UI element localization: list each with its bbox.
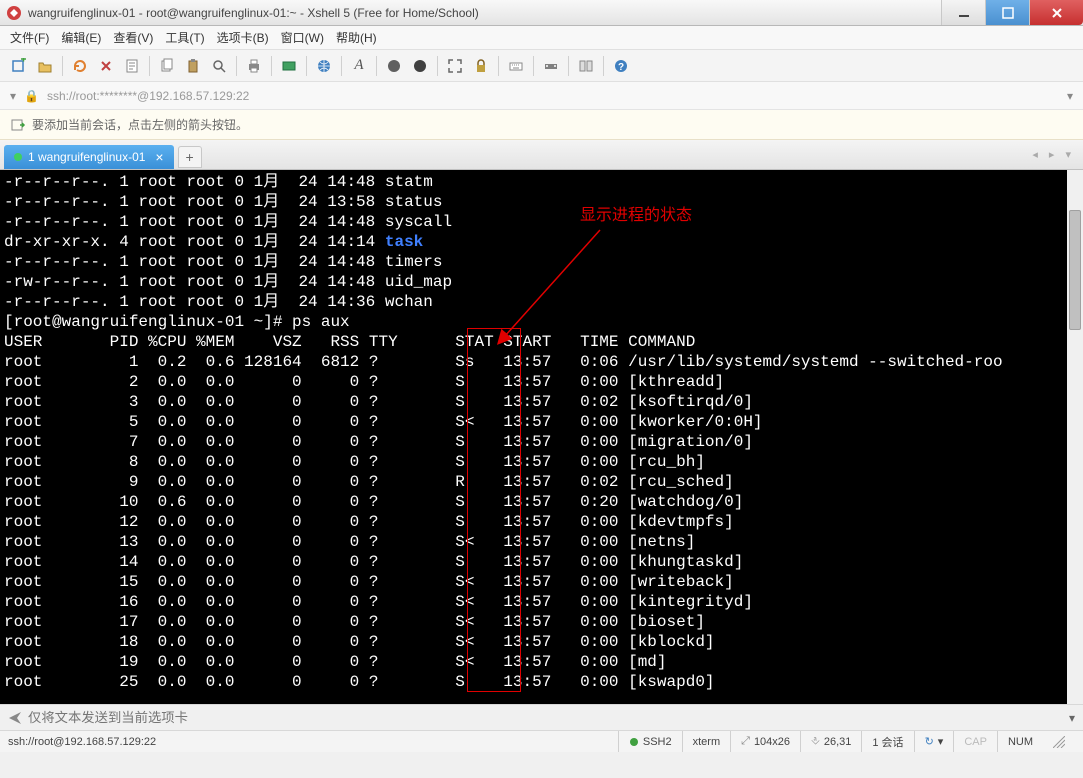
tab-bar: 1 wangruifenglinux-01 × + ◂ ▸ ▾ (0, 140, 1083, 170)
help-button[interactable]: ? (610, 55, 632, 77)
find-button[interactable] (208, 55, 230, 77)
annotation-label: 显示进程的状态 (580, 206, 692, 226)
address-bar: ▾ 🔒 ssh://root:********@192.168.57.129:2… (0, 82, 1083, 110)
xftp-button[interactable] (278, 55, 300, 77)
terminal-scrollbar[interactable] (1067, 170, 1083, 704)
info-text: 要添加当前会话，点击左侧的箭头按钮。 (32, 116, 248, 133)
annotation-box (467, 328, 521, 692)
menu-window[interactable]: 窗口(W) (281, 29, 324, 46)
window-title: wangruifenglinux-01 - root@wangruifengli… (28, 6, 941, 20)
status-size: ⤢ 104x26 (730, 731, 800, 752)
terminal[interactable]: -r--r--r--. 1 root root 0 1月 24 14:48 st… (0, 170, 1083, 704)
send-bar: ▾ (0, 704, 1083, 730)
status-bar: ssh://root@192.168.57.129:22 SSH2 xterm … (0, 730, 1083, 752)
lock-button[interactable] (470, 55, 492, 77)
copy-button[interactable] (156, 55, 178, 77)
status-resize-grip[interactable] (1043, 731, 1075, 752)
menubar: 文件(F) 编辑(E) 查看(V) 工具(T) 选项卡(B) 窗口(W) 帮助(… (0, 26, 1083, 50)
status-cursor: ⎀ 26,31 (800, 731, 861, 752)
lock-icon: 🔒 (24, 89, 39, 103)
fullscreen-button[interactable] (444, 55, 466, 77)
address-menu-icon[interactable]: ▾ (1067, 89, 1073, 103)
window-buttons (941, 0, 1083, 25)
globe-button[interactable] (313, 55, 335, 77)
maximize-button[interactable] (985, 0, 1029, 25)
address-dropdown-icon[interactable]: ▾ (10, 89, 16, 103)
status-sessions: 1 会话 (861, 731, 913, 752)
send-icon[interactable] (8, 711, 22, 725)
keyboard-button[interactable] (505, 55, 527, 77)
tab-label: 1 wangruifenglinux-01 (28, 150, 145, 164)
status-ssh: SSH2 (618, 731, 682, 752)
new-session-button[interactable] (8, 55, 30, 77)
font-button[interactable]: A (348, 55, 370, 77)
disconnect-button[interactable] (95, 55, 117, 77)
terminal-output: -r--r--r--. 1 root root 0 1月 24 14:48 st… (4, 172, 1079, 692)
send-input[interactable] (28, 708, 1063, 728)
layout-button[interactable] (575, 55, 597, 77)
app-icon (6, 5, 22, 21)
toolbar: A ? (0, 50, 1083, 82)
add-tab-button[interactable]: + (178, 146, 202, 168)
minimize-button[interactable] (941, 0, 985, 25)
tab-nav[interactable]: ◂ ▸ ▾ (1032, 148, 1075, 161)
status-cap: CAP (953, 731, 997, 752)
reconnect-button[interactable] (69, 55, 91, 77)
print-button[interactable] (243, 55, 265, 77)
menu-edit[interactable]: 编辑(E) (61, 29, 101, 46)
tunneling-button[interactable] (540, 55, 562, 77)
send-options-icon[interactable]: ▾ (1069, 711, 1075, 725)
status-term: xterm (682, 731, 731, 752)
open-button[interactable] (34, 55, 56, 77)
properties-button[interactable] (121, 55, 143, 77)
menu-tools[interactable]: 工具(T) (165, 29, 204, 46)
svg-text:?: ? (618, 62, 624, 73)
info-bar: 要添加当前会话，点击左侧的箭头按钮。 (0, 110, 1083, 140)
paste-button[interactable] (182, 55, 204, 77)
menu-help[interactable]: 帮助(H) (336, 29, 377, 46)
status-num: NUM (997, 731, 1043, 752)
tab-close-icon[interactable]: × (155, 149, 163, 165)
titlebar: wangruifenglinux-01 - root@wangruifengli… (0, 0, 1083, 26)
status-reconnect[interactable]: ↻ ▾ (914, 731, 954, 752)
status-connection: ssh://root@192.168.57.129:22 (8, 736, 618, 748)
scrollbar-thumb[interactable] (1069, 210, 1081, 330)
menu-view[interactable]: 查看(V) (113, 29, 153, 46)
session-tab[interactable]: 1 wangruifenglinux-01 × (4, 145, 174, 169)
menu-tabs[interactable]: 选项卡(B) (217, 29, 269, 46)
close-button[interactable] (1029, 0, 1083, 25)
color2-button[interactable] (409, 55, 431, 77)
address-url[interactable]: ssh://root:********@192.168.57.129:22 (47, 89, 1059, 103)
connection-status-icon (14, 153, 22, 161)
arrow-add-icon[interactable] (10, 117, 26, 133)
color1-button[interactable] (383, 55, 405, 77)
menu-file[interactable]: 文件(F) (10, 29, 49, 46)
